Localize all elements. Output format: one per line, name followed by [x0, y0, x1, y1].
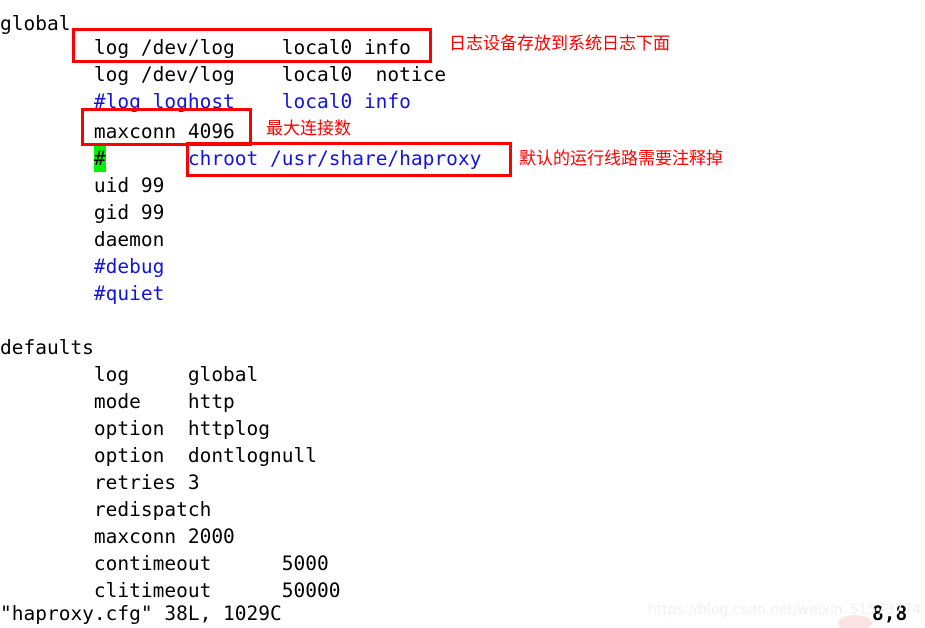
- code-line[interactable]: contimeout 5000: [0, 550, 329, 577]
- code-line[interactable]: maxconn 4096: [0, 118, 235, 145]
- code-line[interactable]: log /dev/log local0 info: [0, 34, 411, 61]
- code-line[interactable]: uid 99: [0, 172, 164, 199]
- code-line-cursor[interactable]: # chroot /usr/share/haproxy: [0, 145, 481, 172]
- chroot-note: 默认的运行线路需要注释掉: [519, 149, 723, 169]
- code-line[interactable]: option httplog: [0, 415, 270, 442]
- code-line[interactable]: #log loghost local0 info: [0, 88, 411, 115]
- maxconn-note: 最大连接数: [266, 119, 351, 139]
- code-line[interactable]: option dontlognull: [0, 442, 317, 469]
- log-note: 日志设备存放到系统日志下面: [449, 34, 670, 54]
- code-line[interactable]: global: [0, 10, 70, 37]
- code-line[interactable]: redispatch: [0, 496, 211, 523]
- code-line[interactable]: daemon: [0, 226, 164, 253]
- chroot-directive-text: chroot /usr/share/haproxy: [105, 147, 482, 170]
- code-line[interactable]: log global: [0, 361, 258, 388]
- code-line[interactable]: #debug: [0, 253, 164, 280]
- vim-status-line: "haproxy.cfg" 38L, 1029C: [0, 602, 282, 625]
- code-line[interactable]: maxconn 2000: [0, 523, 235, 550]
- code-line[interactable]: defaults: [0, 334, 94, 361]
- csdn-watermark: https://blog.csdn.net/weixin_51573774: [648, 602, 922, 618]
- code-line[interactable]: gid 99: [0, 199, 164, 226]
- code-line[interactable]: log /dev/log local0 notice: [0, 61, 446, 88]
- terminal-screen: global log /dev/log local0 info log /dev…: [0, 0, 925, 628]
- code-line[interactable]: mode http: [0, 388, 235, 415]
- code-line[interactable]: retries 3: [0, 469, 200, 496]
- code-line[interactable]: #quiet: [0, 280, 164, 307]
- vim-block-cursor: #: [93, 145, 106, 172]
- vim-text-buffer[interactable]: global log /dev/log local0 info log /dev…: [0, 0, 925, 628]
